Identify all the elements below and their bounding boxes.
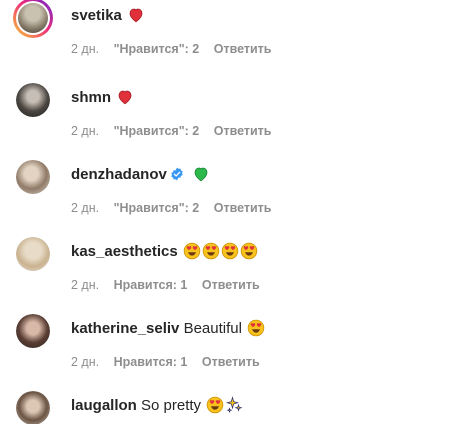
comment-body: svetika xyxy=(71,6,440,28)
comment-item: shmn 2 дн. "Нравится": 2 Ответить xyxy=(0,80,450,158)
avatar[interactable] xyxy=(16,314,50,348)
heart-eyes-emoji-icon xyxy=(183,242,201,260)
heart-eyes-emoji-icon xyxy=(221,242,239,260)
comment-meta: 2 дн. "Нравится": 2 Ответить xyxy=(71,123,282,139)
likes-count[interactable]: Нравится: 1 xyxy=(114,277,188,293)
heart-eyes-emoji-icon xyxy=(206,396,224,414)
reply-button[interactable]: Ответить xyxy=(214,200,272,216)
comment-meta: 2 дн. "Нравится": 2 Ответить xyxy=(71,200,282,216)
heart-eyes-emoji-icon xyxy=(240,242,258,260)
likes-count[interactable]: "Нравится": 2 xyxy=(114,200,200,216)
comment-time[interactable]: 2 дн. xyxy=(71,123,99,139)
username-link[interactable]: kas_aesthetics xyxy=(71,243,178,260)
reply-button[interactable]: Ответить xyxy=(202,354,260,370)
comment-text: Beautiful xyxy=(183,320,242,337)
avatar[interactable] xyxy=(16,237,50,271)
comment-body: laugallon So pretty xyxy=(71,396,440,418)
comment-item: svetika 2 дн. "Нравится": 2 Ответить xyxy=(0,0,450,76)
comment-body: katherine_seliv Beautiful xyxy=(71,319,440,341)
comment-item: laugallon So pretty xyxy=(0,388,450,424)
comment-meta: 2 дн. Нравится: 1 Ответить xyxy=(71,354,271,370)
username-link[interactable]: svetika xyxy=(71,7,122,24)
red-heart-icon xyxy=(129,8,143,23)
likes-count[interactable]: "Нравится": 2 xyxy=(114,41,200,57)
comment-meta: 2 дн. Нравится: 1 Ответить xyxy=(71,277,271,293)
verified-badge-icon xyxy=(171,167,183,181)
comment-body: shmn xyxy=(71,88,440,110)
avatar[interactable] xyxy=(16,83,50,117)
comment-item: katherine_seliv Beautiful 2 дн. Нравится… xyxy=(0,311,450,389)
comment-text: So pretty xyxy=(141,397,202,414)
reply-button[interactable]: Ответить xyxy=(214,123,272,139)
username-link[interactable]: shmn xyxy=(71,89,111,106)
comments-list: svetika 2 дн. "Нравится": 2 Ответить shm… xyxy=(0,0,450,424)
avatar[interactable] xyxy=(16,391,50,424)
comment-time[interactable]: 2 дн. xyxy=(71,41,99,57)
username-link[interactable]: katherine_seliv xyxy=(71,320,179,337)
likes-count[interactable]: "Нравится": 2 xyxy=(114,123,200,139)
comment-time[interactable]: 2 дн. xyxy=(71,277,99,293)
avatar[interactable] xyxy=(13,0,53,38)
comment-item: kas_aesthetics 2 дн. Нравится: 1 Ответит… xyxy=(0,234,450,312)
green-heart-icon xyxy=(194,167,208,182)
comment-meta: 2 дн. "Нравится": 2 Ответить xyxy=(71,41,282,57)
heart-eyes-emoji-icon xyxy=(202,242,220,260)
username-link[interactable]: denzhadanov xyxy=(71,166,167,183)
red-heart-icon xyxy=(118,90,132,105)
sparkles-icon xyxy=(226,396,243,414)
comment-time[interactable]: 2 дн. xyxy=(71,200,99,216)
reply-button[interactable]: Ответить xyxy=(202,277,260,293)
avatar[interactable] xyxy=(16,160,50,194)
heart-eyes-emoji-icon xyxy=(247,319,265,337)
comment-item: denzhadanov 2 дн. "Нравится": 2 Ответить xyxy=(0,157,450,235)
comment-body: kas_aesthetics xyxy=(71,242,440,264)
reply-button[interactable]: Ответить xyxy=(214,41,272,57)
comment-time[interactable]: 2 дн. xyxy=(71,354,99,370)
username-link[interactable]: laugallon xyxy=(71,397,137,414)
likes-count[interactable]: Нравится: 1 xyxy=(114,354,188,370)
comment-body: denzhadanov xyxy=(71,165,440,187)
